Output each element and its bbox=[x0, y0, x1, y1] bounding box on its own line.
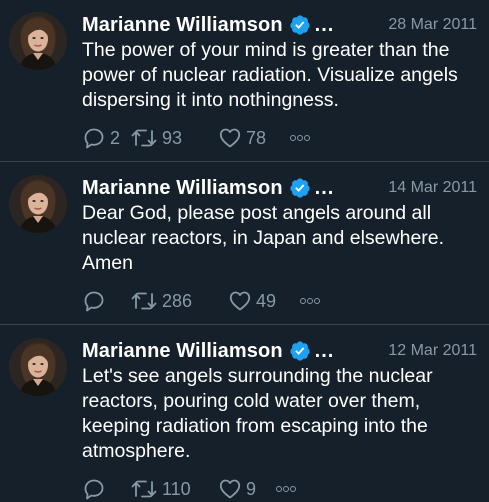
like-count: 78 bbox=[246, 127, 267, 148]
author-name[interactable]: Marianne Williamson bbox=[82, 177, 283, 200]
retweet-count: 110 bbox=[162, 478, 191, 499]
reply-icon bbox=[82, 477, 106, 501]
tweet-date[interactable]: 28 Mar 2011 bbox=[388, 16, 479, 34]
avatar[interactable] bbox=[9, 175, 67, 233]
heart-icon bbox=[228, 289, 252, 313]
more-button[interactable] bbox=[300, 298, 328, 304]
reply-icon bbox=[82, 289, 106, 313]
like-button[interactable]: 9 bbox=[218, 477, 276, 501]
tweet-content: Marianne Williamson ... 28 Mar 2011 The … bbox=[82, 12, 479, 161]
retweet-button[interactable]: 286 bbox=[130, 289, 228, 313]
tweet-date[interactable]: 12 Mar 2011 bbox=[388, 342, 479, 360]
author-name[interactable]: Marianne Williamson bbox=[82, 14, 283, 37]
profile-photo-icon bbox=[9, 338, 67, 396]
author-name[interactable]: Marianne Williamson bbox=[82, 340, 283, 363]
tweet-feed: Marianne Williamson ... 28 Mar 2011 The … bbox=[0, 0, 489, 500]
more-dots-icon bbox=[290, 135, 310, 141]
tweet-text: Dear God, please post angels around all … bbox=[82, 202, 445, 274]
retweet-icon bbox=[130, 126, 158, 150]
verified-badge-icon bbox=[289, 340, 311, 362]
reply-button[interactable] bbox=[82, 477, 130, 501]
reply-icon bbox=[82, 126, 106, 150]
tweet-card[interactable]: Marianne Williamson ... 28 Mar 2011 The … bbox=[0, 0, 489, 162]
tweet-date[interactable]: 14 Mar 2011 bbox=[388, 179, 479, 197]
tweet-actions: 110 9 bbox=[82, 476, 479, 502]
more-dots-icon bbox=[300, 298, 320, 304]
retweet-count: 286 bbox=[162, 290, 193, 311]
tweet-text: The power of your mind is greater than t… bbox=[82, 39, 458, 111]
tweet-header: Marianne Williamson ... 14 Mar 2011 bbox=[82, 175, 479, 201]
reply-button[interactable] bbox=[82, 289, 130, 313]
like-count: 9 bbox=[246, 478, 257, 499]
heart-icon bbox=[218, 477, 242, 501]
tweet-content: Marianne Williamson ... 14 Mar 2011 Dear… bbox=[82, 175, 479, 324]
verified-badge-icon bbox=[289, 177, 311, 199]
reply-button[interactable]: 2 bbox=[82, 126, 130, 150]
tweet-card[interactable]: Marianne Williamson ... 12 Mar 2011 Let'… bbox=[0, 325, 489, 500]
tweet-header: Marianne Williamson ... 12 Mar 2011 bbox=[82, 338, 479, 364]
like-count: 49 bbox=[256, 290, 277, 311]
avatar[interactable] bbox=[9, 338, 67, 396]
retweet-icon bbox=[130, 289, 158, 313]
heart-icon bbox=[218, 126, 242, 150]
truncation-ellipsis: ... bbox=[314, 13, 335, 36]
profile-photo-icon bbox=[9, 12, 67, 70]
like-button[interactable]: 49 bbox=[228, 289, 300, 313]
truncation-ellipsis: ... bbox=[314, 339, 335, 362]
tweet-content: Marianne Williamson ... 12 Mar 2011 Let'… bbox=[82, 338, 479, 500]
truncation-ellipsis: ... bbox=[314, 176, 335, 199]
tweet-actions: 286 49 bbox=[82, 288, 479, 314]
tweet-text: Let's see angels surrounding the nuclear… bbox=[82, 365, 433, 462]
avatar[interactable] bbox=[9, 12, 67, 70]
more-dots-icon bbox=[276, 486, 296, 492]
retweet-button[interactable]: 110 bbox=[130, 477, 218, 501]
more-button[interactable] bbox=[290, 135, 318, 141]
retweet-icon bbox=[130, 477, 158, 501]
tweet-header: Marianne Williamson ... 28 Mar 2011 bbox=[82, 12, 479, 38]
verified-badge-icon bbox=[289, 14, 311, 36]
retweet-button[interactable]: 93 bbox=[130, 126, 218, 150]
more-button[interactable] bbox=[276, 486, 304, 492]
tweet-actions: 2 93 78 bbox=[82, 125, 479, 151]
profile-photo-icon bbox=[9, 175, 67, 233]
like-button[interactable]: 78 bbox=[218, 126, 290, 150]
tweet-card[interactable]: Marianne Williamson ... 14 Mar 2011 Dear… bbox=[0, 162, 489, 325]
reply-count: 2 bbox=[110, 127, 121, 148]
retweet-count: 93 bbox=[162, 127, 183, 148]
